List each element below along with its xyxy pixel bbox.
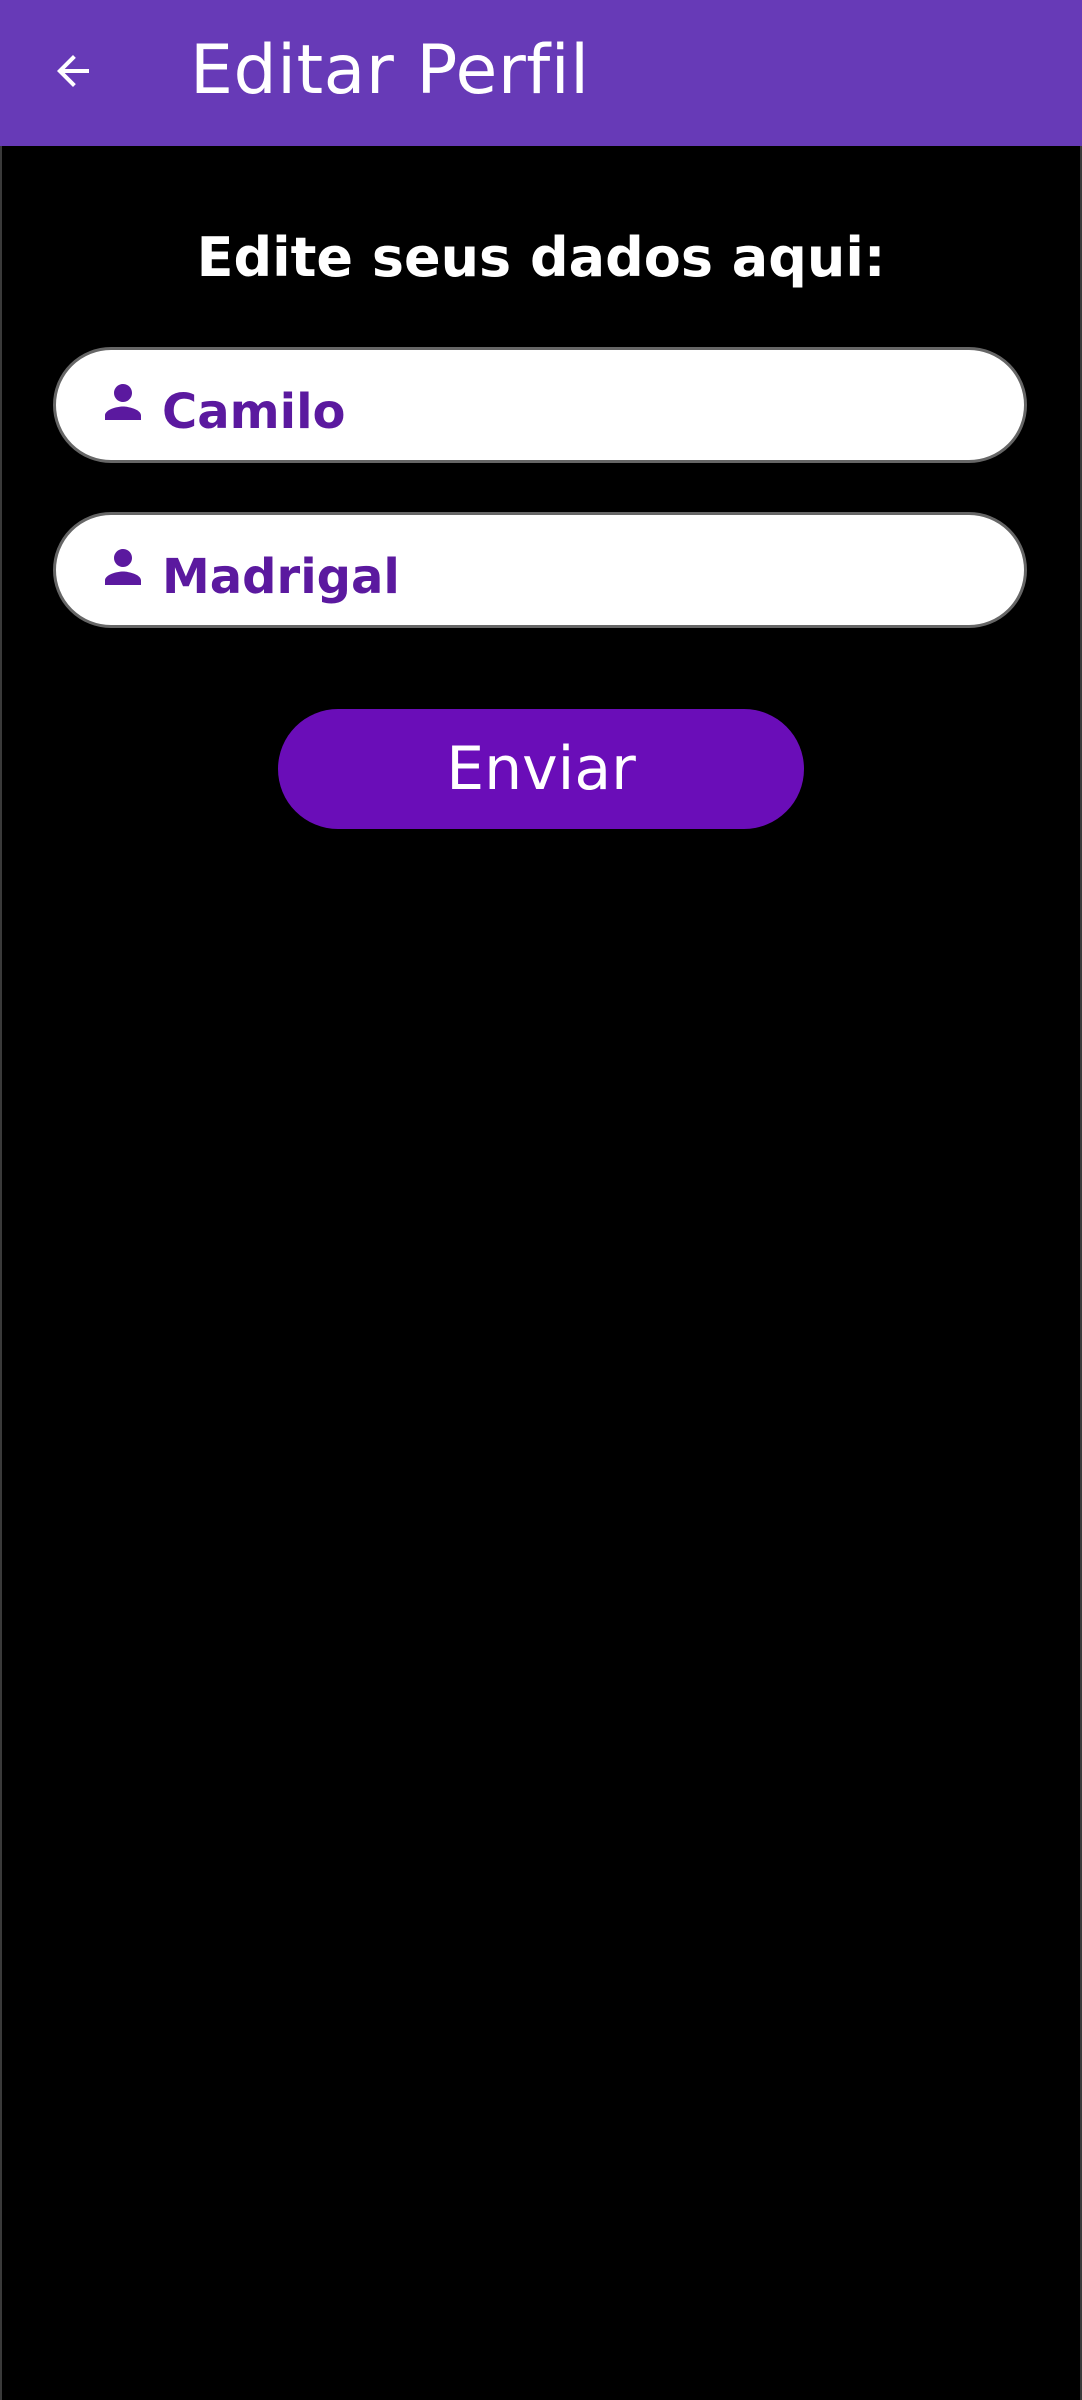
page-title: Editar Perfil <box>190 31 590 110</box>
left-edge-divider <box>0 146 2 2400</box>
app-bar: Editar Perfil <box>0 0 1082 146</box>
person-icon <box>96 375 150 429</box>
person-icon <box>96 540 150 594</box>
edit-profile-screen: Editar Perfil Edite seus dados aqui: Env… <box>0 0 1082 2400</box>
form-heading: Edite seus dados aqui: <box>196 226 886 289</box>
last-name-input[interactable] <box>162 542 1024 612</box>
arrow-back-icon <box>49 47 97 99</box>
submit-button[interactable]: Enviar <box>278 709 804 829</box>
last-name-field[interactable] <box>53 512 1027 628</box>
first-name-input[interactable] <box>162 377 1024 447</box>
first-name-field[interactable] <box>53 347 1027 463</box>
back-button[interactable] <box>28 28 118 118</box>
